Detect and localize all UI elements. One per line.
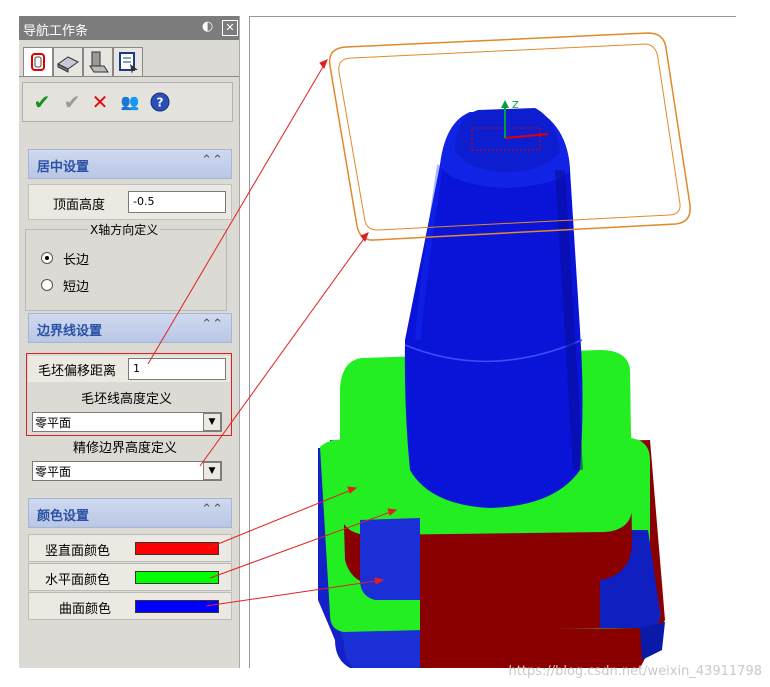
callout-arrows bbox=[147, 59, 398, 607]
z-arrow-icon bbox=[501, 100, 509, 108]
watermark: https://blog.csdn.net/weixin_43911798 bbox=[508, 664, 762, 679]
arrow-offset bbox=[147, 59, 328, 365]
cone-body[interactable] bbox=[404, 108, 583, 508]
z-axis-label: Z bbox=[512, 100, 519, 111]
arrow-head-icon bbox=[319, 59, 328, 69]
model-canvas: Z bbox=[147, 32, 691, 668]
